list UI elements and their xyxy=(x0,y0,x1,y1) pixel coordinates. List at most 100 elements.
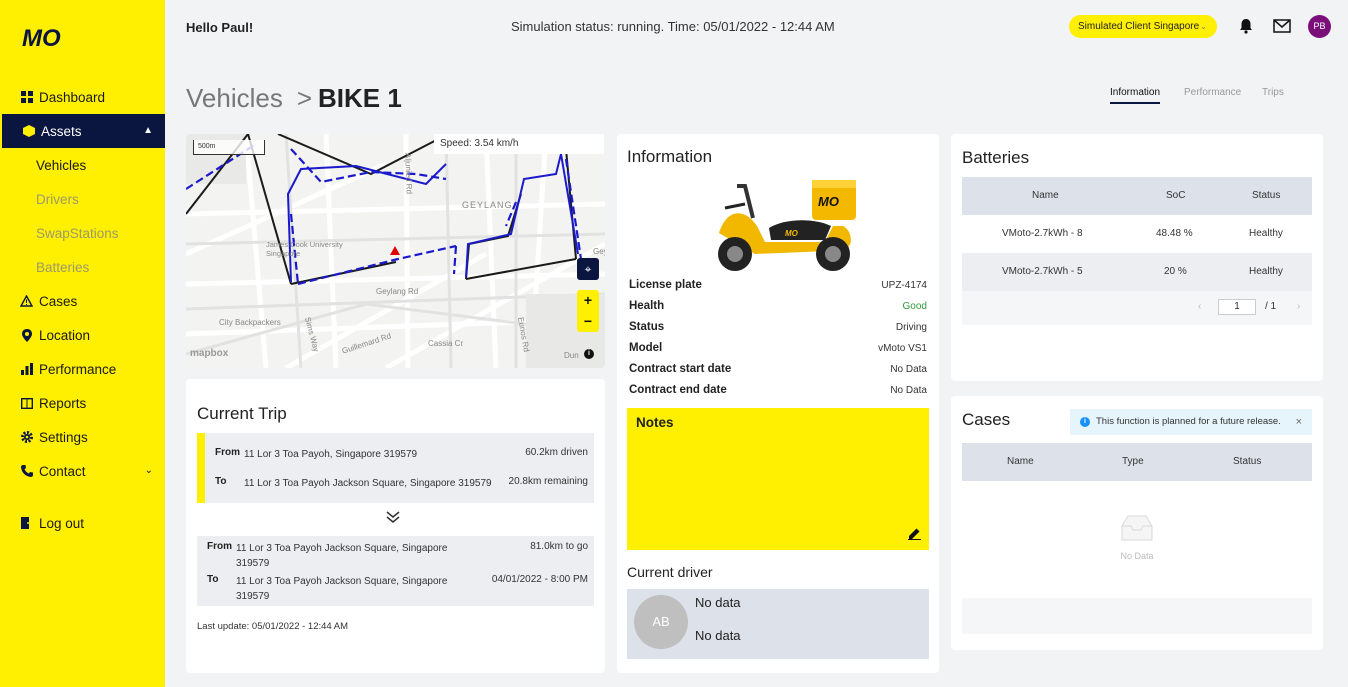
map-label-road: Aljunied Rd xyxy=(403,152,414,195)
mail-icon[interactable] xyxy=(1273,19,1291,33)
sidebar-item-dashboard[interactable]: Dashboard xyxy=(0,80,165,114)
column-header-status[interactable]: Status xyxy=(1233,443,1261,481)
sidebar-item-label: Vehicles xyxy=(36,157,87,173)
map-info-icon[interactable]: i xyxy=(584,349,594,359)
double-chevron-down-icon[interactable] xyxy=(386,510,400,526)
logout-label: Log out xyxy=(39,515,85,531)
sidebar-item-label: Performance xyxy=(39,361,117,377)
sidebar-nav: Dashboard Assets ▲ Vehicles Drivers Swap… xyxy=(0,80,165,488)
logout-button[interactable]: Log out xyxy=(0,506,165,540)
chevron-up-icon: ▲ xyxy=(143,125,153,136)
battery-name: VMoto-2.7kWh - 8 xyxy=(1002,228,1083,239)
sidebar-item-label: Batteries xyxy=(36,259,90,275)
edit-pencil-icon[interactable] xyxy=(908,527,921,540)
zoom-in-button[interactable]: + xyxy=(577,290,599,311)
mapbox-logo[interactable]: mapbox xyxy=(190,348,228,359)
logout-section: Log out xyxy=(0,506,165,540)
sidebar-item-batteries[interactable]: Batteries xyxy=(0,250,165,284)
current-trip-title: Current Trip xyxy=(197,404,287,423)
mo-logo[interactable]: MO xyxy=(22,24,74,52)
locate-button[interactable]: ⌖ xyxy=(577,258,599,280)
speed-readout: Speed: 3.54 km/h xyxy=(434,134,604,154)
battery-status: Healthy xyxy=(1249,266,1283,277)
book-icon xyxy=(20,397,33,410)
sidebar-item-cases[interactable]: Cases xyxy=(0,284,165,318)
column-header-type[interactable]: Type xyxy=(1122,443,1144,481)
sidebar-item-contact[interactable]: Contact ⌄ xyxy=(0,454,165,488)
greeting: Hello Paul! xyxy=(186,20,254,35)
scooter-image: MO MO xyxy=(718,180,856,271)
sidebar-item-reports[interactable]: Reports xyxy=(0,386,165,420)
info-key: Model xyxy=(629,342,663,354)
gear-icon xyxy=(20,431,33,444)
sidebar-item-label: Settings xyxy=(39,429,88,445)
sidebar-item-vehicles[interactable]: Vehicles xyxy=(0,148,165,182)
client-selector-label: Simulated Client Singapore xyxy=(1078,21,1200,32)
sidebar-item-label: Location xyxy=(39,327,91,343)
box-icon xyxy=(22,125,35,138)
warning-icon xyxy=(20,295,33,308)
current-driver-title: Current driver xyxy=(627,564,713,580)
from-address: 11 Lor 3 Toa Payoh Jackson Square, Singa… xyxy=(236,543,448,569)
pagination-prev-button[interactable]: ‹ xyxy=(1198,301,1201,312)
notice-text: This function is planned for a future re… xyxy=(1096,416,1281,427)
sidebar-item-label: Assets xyxy=(41,123,82,139)
from-address: 11 Lor 3 Toa Payoh, Singapore 319579 xyxy=(244,449,418,460)
tab-performance[interactable]: Performance xyxy=(1184,87,1241,98)
info-icon: i xyxy=(1080,417,1090,427)
sidebar-item-assets[interactable]: Assets ▲ xyxy=(2,114,165,148)
sidebar-item-swapstations[interactable]: SwapStations xyxy=(0,216,165,250)
cases-title: Cases xyxy=(962,410,1011,429)
info-key: Status xyxy=(629,321,665,333)
sidebar-item-settings[interactable]: Settings xyxy=(0,420,165,454)
client-selector[interactable]: Simulated Client Singapore ⌄ xyxy=(1069,15,1217,38)
breadcrumb-parent[interactable]: Vehicles xyxy=(186,83,283,113)
simulation-status: Simulation status: running. Time: 05/01/… xyxy=(511,19,835,34)
map-canvas xyxy=(186,134,605,368)
sidebar-item-drivers[interactable]: Drivers xyxy=(0,182,165,216)
driver-detail: No data xyxy=(695,628,741,643)
last-update: Last update: 05/01/2022 - 12:44 AM xyxy=(197,621,349,632)
batteries-title: Batteries xyxy=(962,148,1030,167)
trip-leg-current[interactable]: From 11 Lor 3 Toa Payoh, Singapore 31957… xyxy=(197,433,594,503)
trip-leg-next[interactable]: From 11 Lor 3 Toa Payoh Jackson Square, … xyxy=(197,536,594,606)
map-label-road: Dun xyxy=(564,351,579,360)
info-value: Driving xyxy=(895,322,927,333)
column-header-soc[interactable]: SoC xyxy=(1166,177,1185,215)
close-icon[interactable]: × xyxy=(1296,409,1302,435)
column-header-name[interactable]: Name xyxy=(1007,443,1034,481)
notes-panel[interactable]: Notes xyxy=(627,408,929,550)
batteries-table-header: Name SoC Status xyxy=(962,177,1312,215)
pagination-page-input[interactable]: 1 xyxy=(1218,299,1256,315)
vehicle-map[interactable]: GEYLANG James Cook University Singapore … xyxy=(186,134,605,368)
sidebar-item-performance[interactable]: Performance xyxy=(0,352,165,386)
sidebar-item-label: Drivers xyxy=(36,191,79,207)
battery-soc: 20 % xyxy=(1164,266,1187,277)
cases-card: Cases i This function is planned for a f… xyxy=(951,396,1323,650)
info-value: vMoto VS1 xyxy=(878,343,927,354)
distance-remaining: 20.8km remaining xyxy=(508,476,588,487)
crosshair-icon: ⌖ xyxy=(584,262,592,276)
table-row[interactable]: VMoto-2.7kWh - 8 48.48 % Healthy xyxy=(962,215,1312,253)
future-release-notice: i This function is planned for a future … xyxy=(1070,409,1312,435)
to-label: To xyxy=(207,574,219,585)
from-label: From xyxy=(215,447,240,458)
tab-information[interactable]: Information xyxy=(1110,87,1161,104)
tab-trips[interactable]: Trips xyxy=(1262,87,1284,98)
map-label-road: Cassia Cr xyxy=(428,339,464,348)
column-header-status[interactable]: Status xyxy=(1252,177,1280,215)
dashboard-icon xyxy=(20,91,33,104)
health-status: Good xyxy=(902,301,927,312)
pagination-next-button[interactable]: › xyxy=(1297,301,1300,312)
map-label-district: GEYLANG xyxy=(462,200,513,210)
sidebar: MO Dashboard Assets ▲ Vehicles Drivers S… xyxy=(0,0,165,687)
sidebar-item-location[interactable]: Location xyxy=(0,318,165,352)
user-avatar[interactable]: PB xyxy=(1308,15,1331,38)
bell-icon[interactable] xyxy=(1238,18,1254,34)
column-header-name[interactable]: Name xyxy=(1032,177,1059,215)
sidebar-item-label: SwapStations xyxy=(36,225,119,241)
zoom-out-button[interactable]: − xyxy=(577,311,599,332)
table-row[interactable]: VMoto-2.7kWh - 5 20 % Healthy xyxy=(962,253,1312,291)
information-title: Information xyxy=(627,147,713,166)
to-address: 11 Lor 3 Toa Payoh Jackson Square, Singa… xyxy=(236,576,448,602)
